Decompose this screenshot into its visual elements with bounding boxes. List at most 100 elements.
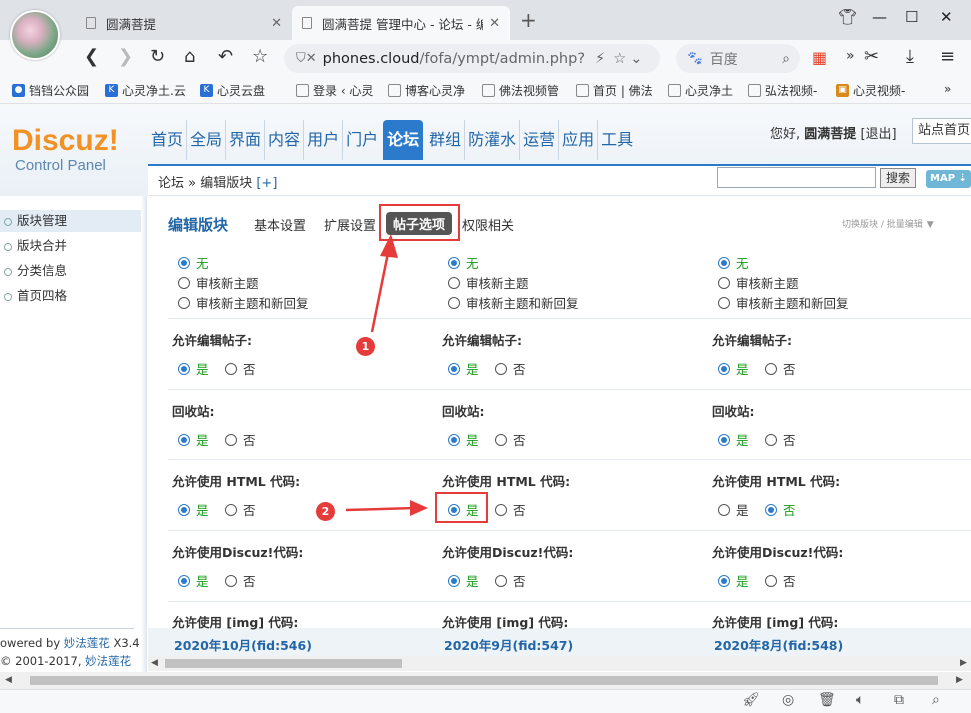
trash-icon[interactable]: 🗑︎: [818, 692, 836, 708]
yes-radio[interactable]: 是: [448, 500, 479, 519]
radio-circle[interactable]: [718, 574, 730, 587]
radio-circle[interactable]: [718, 433, 730, 446]
admin-search-input[interactable]: [717, 167, 876, 188]
undo-icon[interactable]: ↶: [218, 46, 233, 67]
bookmarks-more[interactable]: »: [944, 82, 951, 96]
reload-icon[interactable]: ↻: [150, 46, 165, 67]
maximize-icon[interactable]: ☐: [905, 8, 918, 26]
nav-tools[interactable]: 工具: [598, 120, 636, 160]
nav-forum[interactable]: 论坛: [383, 120, 424, 160]
lightning-icon[interactable]: ⚡: [595, 51, 605, 67]
copyright-link[interactable]: 妙法莲花: [85, 654, 131, 668]
nav-content[interactable]: 内容: [265, 120, 305, 160]
radio-circle[interactable]: [718, 296, 730, 309]
bookmark-star-icon[interactable]: ☆: [613, 51, 626, 67]
bookmark[interactable]: 博客心灵净: [388, 82, 465, 99]
radio-circle[interactable]: [178, 574, 190, 587]
nav-portal[interactable]: 门户: [343, 120, 381, 160]
radio-circle[interactable]: [718, 256, 730, 269]
yes-radio[interactable]: 是: [718, 359, 749, 378]
radio-circle[interactable]: [448, 362, 460, 375]
forward-icon[interactable]: ❯: [118, 46, 133, 67]
no-radio[interactable]: 否: [765, 430, 796, 449]
moderation-radio[interactable]: 审核新主题: [448, 273, 529, 292]
yes-radio[interactable]: 是: [448, 430, 479, 449]
radio-circle[interactable]: [178, 256, 190, 269]
yes-radio[interactable]: 是: [178, 500, 209, 519]
radio-circle[interactable]: [178, 296, 190, 309]
nav-groups[interactable]: 群组: [426, 120, 466, 160]
sidebar-item-thread-types[interactable]: 分类信息: [0, 260, 141, 282]
nav-global[interactable]: 全局: [187, 120, 227, 160]
expand-link[interactable]: [+]: [256, 176, 277, 191]
bookmark[interactable]: 登录 ‹ 心灵: [296, 82, 373, 99]
no-radio[interactable]: 否: [495, 571, 526, 590]
no-radio[interactable]: 否: [225, 359, 256, 378]
scissors-icon[interactable]: ✂: [864, 46, 879, 67]
nav-ui[interactable]: 界面: [226, 120, 266, 160]
radio-circle[interactable]: [718, 362, 730, 375]
radio-circle[interactable]: [448, 433, 460, 446]
nav-antispam[interactable]: 防灌水: [465, 120, 521, 160]
new-tab-icon[interactable]: +: [520, 8, 537, 32]
sidebar-item-forum-manage[interactable]: 版块管理: [0, 210, 141, 232]
radio-circle[interactable]: [448, 256, 460, 269]
user-avatar[interactable]: [10, 10, 60, 60]
no-radio[interactable]: 否: [225, 500, 256, 519]
map-button[interactable]: MAP ⇣: [926, 170, 971, 188]
radio-circle[interactable]: [448, 296, 460, 309]
nav-home[interactable]: 首页: [148, 120, 188, 160]
zoom-icon[interactable]: ⌕: [932, 692, 940, 708]
scroll-right-icon[interactable]: ▶: [956, 675, 963, 685]
home-icon[interactable]: ⌂: [184, 46, 195, 67]
radio-circle[interactable]: [718, 276, 730, 289]
moderation-radio[interactable]: 审核新主题: [178, 273, 259, 292]
sidebar-item-forum-merge[interactable]: 版块合并: [0, 235, 141, 257]
radio-circle[interactable]: [765, 574, 777, 587]
nav-apps[interactable]: 应用: [559, 120, 599, 160]
radio-circle[interactable]: [178, 276, 190, 289]
bookmark[interactable]: ● 铛铛公众园: [12, 82, 89, 99]
radio-circle[interactable]: [178, 433, 190, 446]
rocket-icon[interactable]: 🚀︎: [742, 692, 760, 708]
moderation-radio[interactable]: 无: [448, 253, 479, 272]
star-icon[interactable]: ☆: [252, 46, 268, 67]
browser-tab-1[interactable]: 圆满菩提 ✕: [76, 6, 292, 40]
moderation-radio[interactable]: 无: [178, 253, 209, 272]
sound-icon[interactable]: 🔈︎: [856, 692, 864, 708]
bookmark[interactable]: K 心灵净土.云: [105, 82, 186, 99]
yes-radio[interactable]: 是: [448, 359, 479, 378]
moderation-radio[interactable]: 无: [718, 253, 749, 272]
bookmark[interactable]: K 心灵云盘: [200, 82, 265, 99]
radio-circle[interactable]: [765, 362, 777, 375]
radio-circle[interactable]: [448, 574, 460, 587]
download-icon[interactable]: ⤓: [906, 46, 914, 67]
minimize-icon[interactable]: —: [872, 8, 887, 26]
moderation-radio[interactable]: 审核新主题和新回复: [718, 293, 849, 312]
yes-radio[interactable]: 是: [718, 500, 749, 519]
no-radio[interactable]: 否: [495, 430, 526, 449]
more-icon[interactable]: »: [846, 48, 855, 64]
powered-link[interactable]: 妙法莲花: [64, 636, 110, 650]
radio-circle[interactable]: [225, 503, 237, 516]
radio-circle[interactable]: [495, 433, 507, 446]
menu-icon[interactable]: ≡: [940, 46, 955, 67]
no-radio[interactable]: 否: [225, 571, 256, 590]
scroll-left-icon[interactable]: ◀: [5, 675, 12, 685]
site-home-button[interactable]: 站点首页: [912, 118, 971, 144]
sidebar-item-home-grid[interactable]: 首页四格: [0, 285, 141, 307]
close-tab-icon[interactable]: ✕: [489, 16, 500, 31]
bookmark[interactable]: 心灵净土: [668, 82, 733, 99]
switch-forum-link[interactable]: 切换版块 / 批量编辑 ▼: [842, 215, 934, 230]
logout-link[interactable]: [退出]: [860, 127, 896, 142]
bookmark[interactable]: 弘法视频-: [748, 82, 817, 99]
radio-circle[interactable]: [225, 362, 237, 375]
apps-icon[interactable]: ▦: [812, 48, 827, 67]
scroll-right-icon[interactable]: ▶: [960, 658, 967, 668]
search-icon[interactable]: ⌕: [782, 51, 790, 67]
no-radio[interactable]: 否: [765, 359, 796, 378]
nav-users[interactable]: 用户: [304, 120, 344, 160]
radio-circle[interactable]: [495, 503, 507, 516]
chevron-down-icon[interactable]: ⌄: [630, 51, 642, 67]
back-icon[interactable]: ❮: [84, 46, 99, 67]
